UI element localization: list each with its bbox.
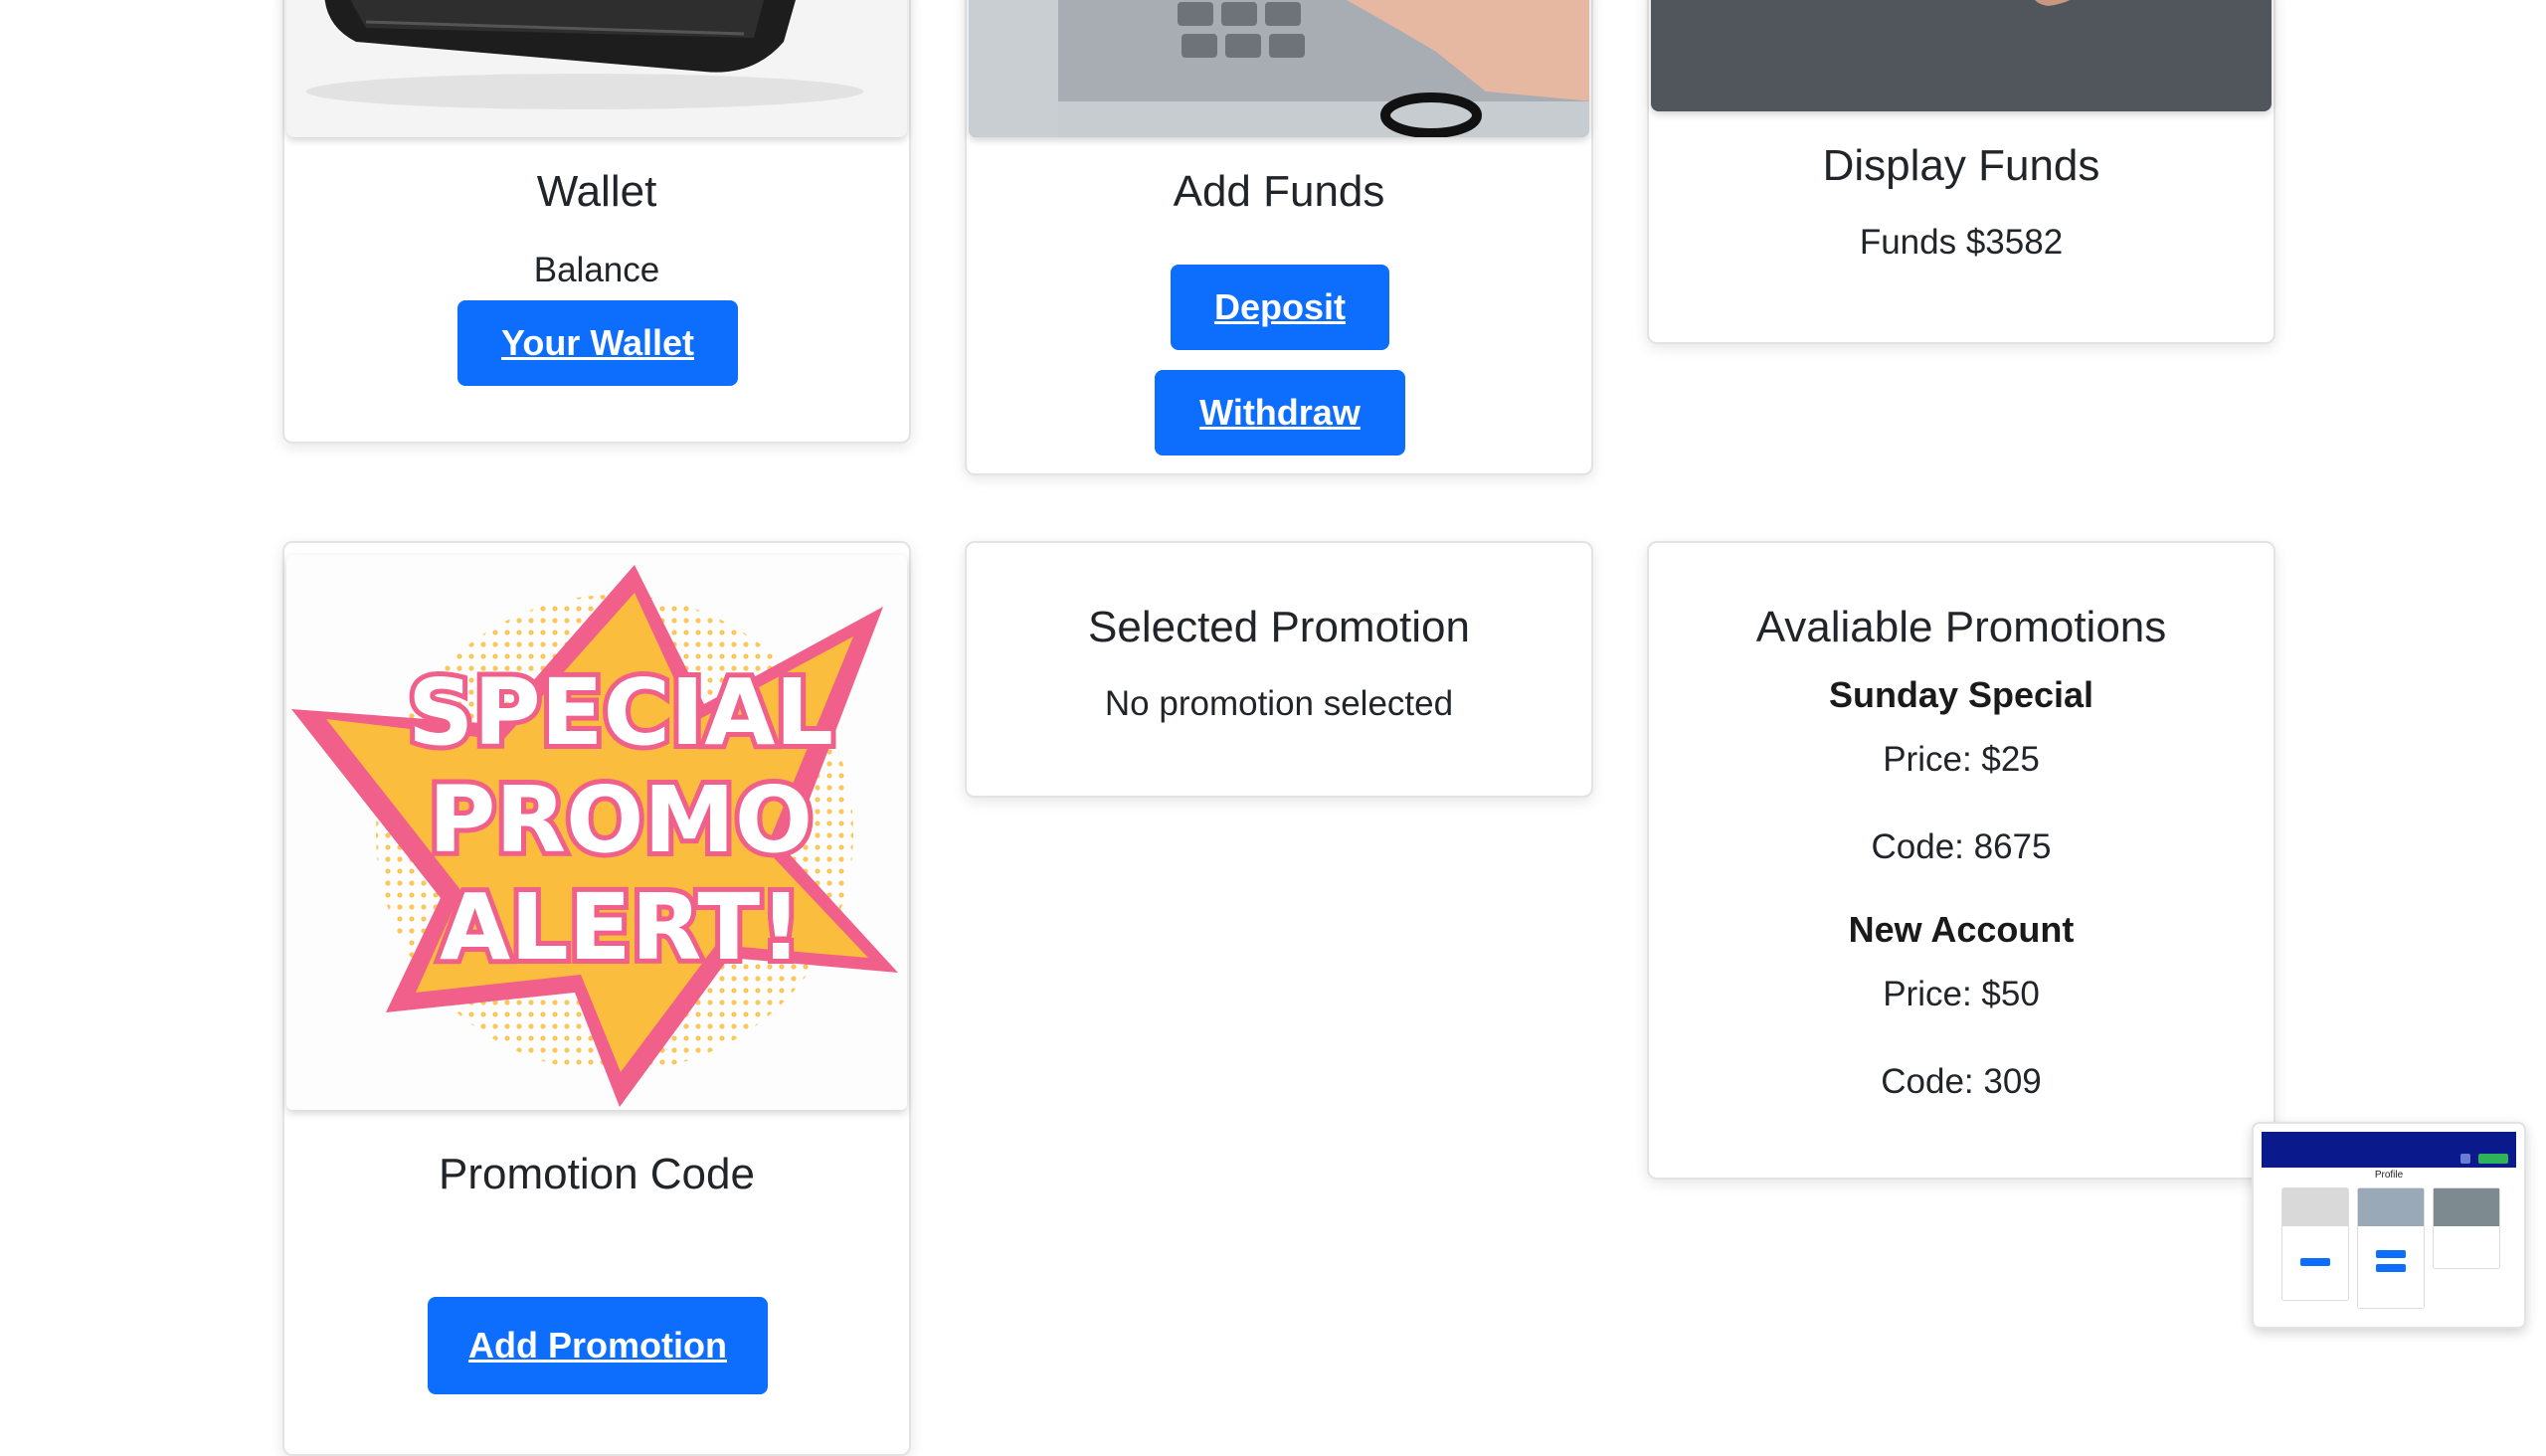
withdraw-button[interactable]: Withdraw [1155,370,1405,455]
selected-promotion-title: Selected Promotion [1088,603,1470,651]
display-funds-card: Display Funds Funds $3582 [1647,0,2275,344]
wallet-card: Wallet Balance Your Wallet [282,0,911,444]
promo-star-icon: SPECIAL PROMO ALERT! [291,565,898,1107]
funds-amount: Funds $3582 [1859,223,2064,262]
available-promotions-card: Avaliable Promotions Sunday Special Pric… [1647,541,2275,1180]
add-funds-image [969,0,1589,137]
thumbnail-card-image [2358,1188,2424,1226]
available-promotions-title: Avaliable Promotions [1755,603,2167,651]
wallet-image [286,0,907,137]
promotion-code-title: Promotion Code [439,1150,755,1198]
promo-code: Code: 8675 [1871,827,2052,866]
display-funds-title: Display Funds [1822,141,2100,190]
promo-price: Price: $50 [1883,975,2040,1013]
thumbnail-card-button [2300,1258,2330,1266]
promo-price: Price: $25 [1883,740,2040,779]
thumbnail-nav-icon [2460,1154,2470,1164]
wallet-photo-icon [286,0,907,137]
screenshot-thumbnail[interactable]: Profile [2252,1122,2526,1329]
thumbnail-nav-button [2478,1154,2508,1164]
deposit-button[interactable]: Deposit [1171,265,1389,350]
promo-name: New Account [1848,909,2075,950]
thumbnail-card-image [2434,1188,2499,1226]
selected-promotion-status: No promotion selected [1104,684,1454,723]
promo-line-1: SPECIAL [408,659,833,766]
thumbnail-navbar [2262,1132,2516,1168]
your-wallet-button[interactable]: Your Wallet [457,300,738,386]
promo-line-3: ALERT! [440,874,802,981]
add-funds-title: Add Funds [1173,167,1385,216]
thumbnail-card-button [2376,1264,2406,1272]
thumbnail-heading: Profile [2374,1170,2404,1181]
wallet-balance-label: Balance [533,251,660,289]
atm-keypad-icon [969,0,1589,137]
thumbnail-card-button [2376,1250,2406,1258]
thumbnail-card [2281,1187,2349,1301]
thumbnail-card [2433,1187,2500,1269]
promo-code: Code: 309 [1881,1062,2042,1101]
thumbnail-card [2357,1187,2425,1309]
add-promotion-button[interactable]: Add Promotion [428,1297,768,1394]
promo-image: SPECIAL PROMO ALERT! [286,555,907,1110]
wallet-title: Wallet [536,167,657,216]
add-funds-card: Add Funds Deposit Withdraw [965,0,1593,475]
promo-name: Sunday Special [1828,674,2094,715]
selected-promotion-card: Selected Promotion No promotion selected [965,541,1593,798]
promotion-code-card: SPECIAL PROMO ALERT! Promotion Code Add … [282,541,911,1456]
display-funds-image [1651,0,2272,111]
hand-photo-icon [1651,0,2272,111]
promo-line-2: PROMO [429,767,813,873]
thumbnail-card-image [2282,1188,2348,1226]
